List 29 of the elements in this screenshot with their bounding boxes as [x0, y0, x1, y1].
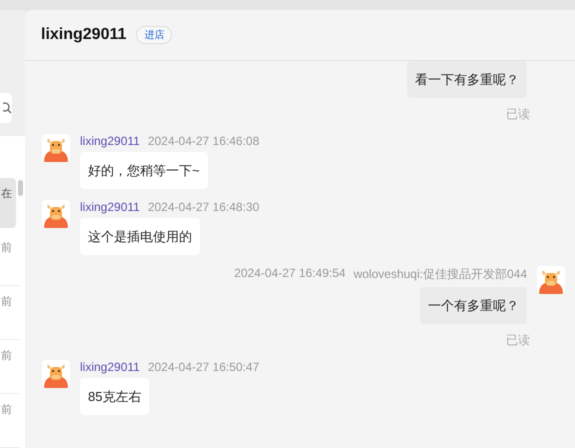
- conversation-item[interactable]: 前: [0, 394, 20, 448]
- message-time: 2024-04-27 16:46:08: [148, 134, 260, 148]
- message-bubble: 这个是插电使用的: [80, 218, 200, 255]
- message-bubble: 85克左右: [80, 378, 150, 415]
- sender-name: lixing29011: [80, 360, 140, 374]
- bull-avatar-icon: [537, 266, 565, 294]
- bull-avatar-icon: [42, 200, 70, 228]
- store-badge[interactable]: 进店: [136, 26, 172, 44]
- scrollbar[interactable]: [18, 180, 23, 196]
- message-bubble: 好的，您稍等一下~: [80, 152, 208, 189]
- message-time: 2024-04-27 16:50:47: [148, 360, 260, 374]
- message-time: 2024-04-27 16:48:30: [148, 200, 260, 214]
- conversation-item[interactable]: 前: [0, 286, 20, 340]
- read-status: 已读: [506, 332, 530, 349]
- search-field[interactable]: [0, 93, 12, 123]
- conversation-item[interactable]: 前: [0, 232, 20, 286]
- conversation-item[interactable]: 前: [0, 340, 20, 394]
- sender-name: lixing29011: [80, 200, 140, 214]
- message-time: 2024-04-27 16:49:54: [234, 266, 346, 282]
- search-icon: [3, 102, 12, 114]
- chat-title: lixing29011: [41, 26, 126, 44]
- bull-avatar-icon: [42, 360, 70, 388]
- sender-name: lixing29011: [80, 134, 140, 148]
- sender-name: woloveshuqi:促佳搜品开发部044: [354, 266, 527, 283]
- message-bubble: 看一下有多重呢？: [407, 61, 527, 98]
- conversation-item[interactable]: 在: [0, 178, 16, 228]
- read-status: 已读: [506, 106, 530, 123]
- bull-avatar-icon: [42, 134, 70, 162]
- message-bubble: 一个有多重呢？: [420, 287, 527, 324]
